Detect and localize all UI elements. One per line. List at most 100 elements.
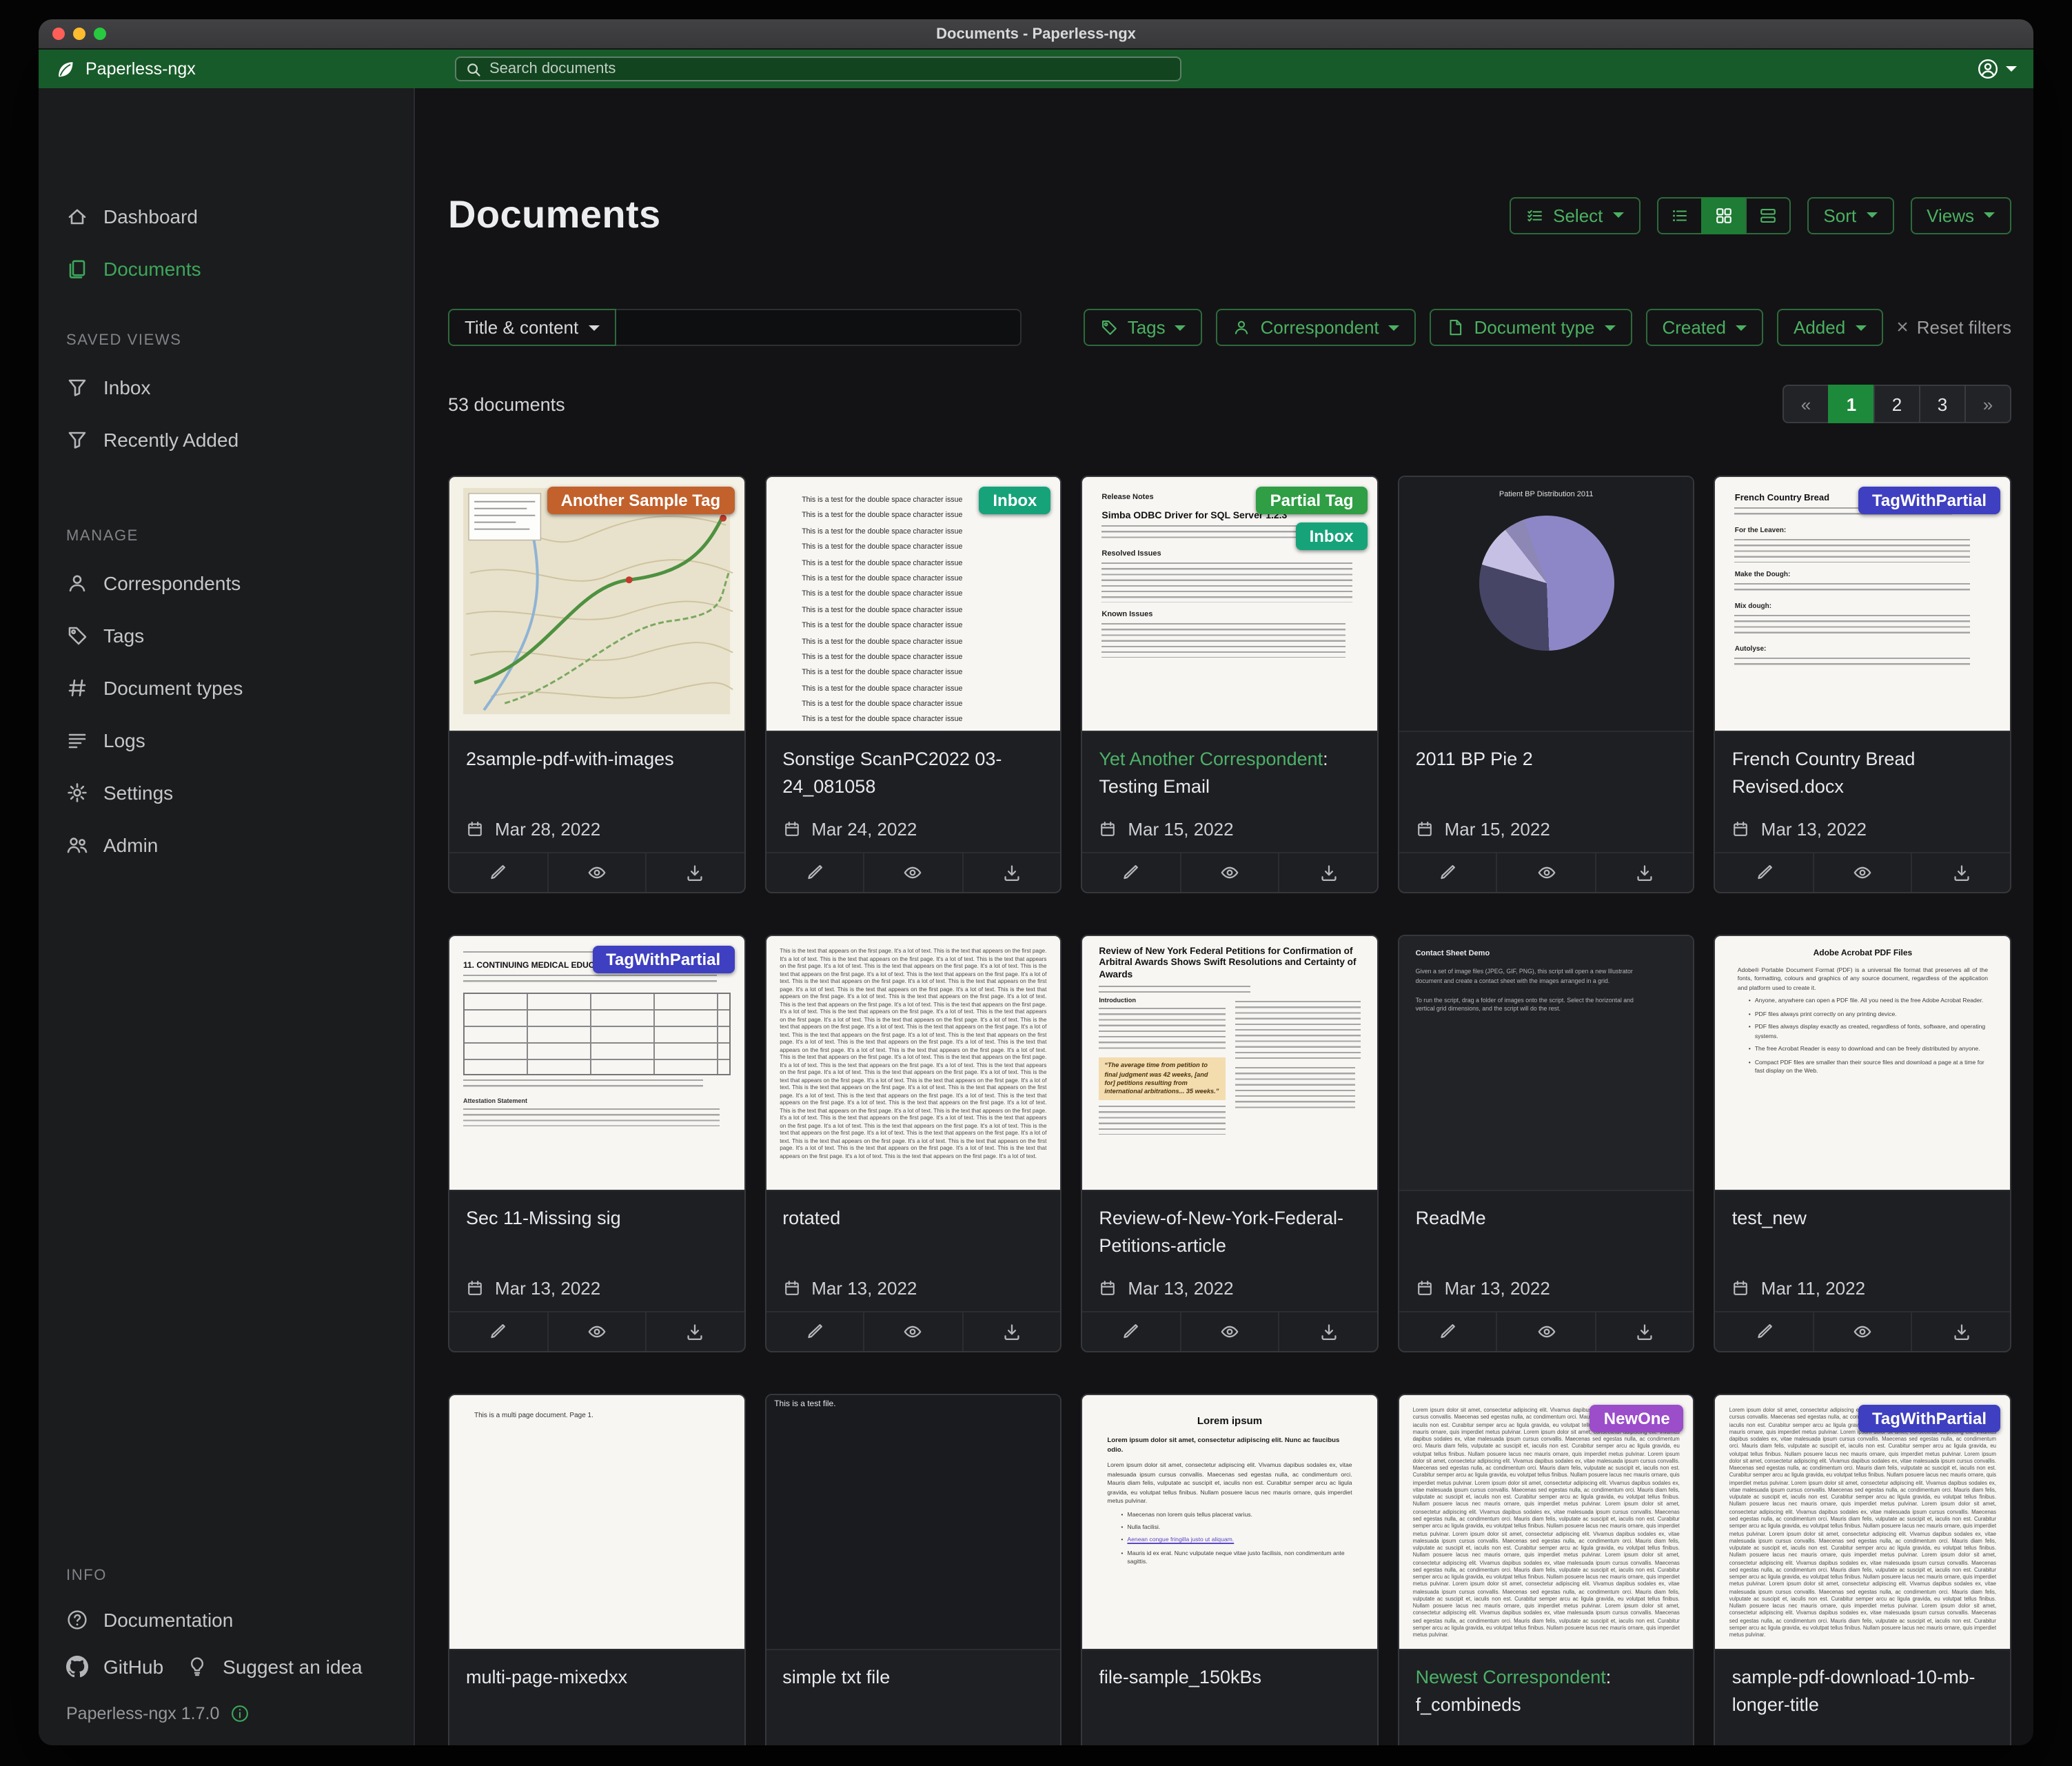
download-button[interactable] [1911, 1312, 2010, 1351]
document-thumbnail[interactable]: Lorem ipsum dolor sit amet, consectetur … [1399, 1395, 1694, 1650]
document-thumbnail[interactable]: French Country BreadFor the Leaven:Make … [1716, 477, 2010, 732]
sidebar-item-github[interactable]: GitHub [39, 1643, 174, 1690]
document-card[interactable]: 11. CONTINUING MEDICAL EDUCATION Attesta… [448, 935, 745, 1352]
filter-document-type-button[interactable]: Document type [1430, 309, 1632, 346]
filter-query-input[interactable] [616, 309, 1022, 346]
document-card[interactable]: Another Sample Tag 2sample-pdf-with-imag… [448, 476, 745, 893]
document-thumbnail[interactable]: Lorem ipsum Lorem ipsum dolor sit amet, … [1082, 1395, 1377, 1650]
info-circle-icon[interactable] [230, 1704, 250, 1723]
sidebar-item-documents[interactable]: Documents [39, 243, 414, 295]
document-card[interactable]: Lorem ipsum dolor sit amet, consectetur … [1398, 1394, 1695, 1745]
sidebar-item-document-types[interactable]: Document types [39, 662, 414, 714]
download-button[interactable] [645, 1312, 744, 1351]
search-input[interactable] [489, 61, 1170, 77]
download-button[interactable] [1595, 1312, 1694, 1351]
download-button[interactable] [645, 853, 744, 892]
select-button[interactable]: Select [1509, 196, 1640, 234]
tag-badge[interactable]: TagWithPartial [1858, 487, 2000, 514]
tag-badge[interactable]: TagWithPartial [1858, 1405, 2000, 1432]
document-card[interactable]: Contact Sheet Demo Given a set of image … [1398, 935, 1695, 1352]
edit-button[interactable] [1716, 853, 1813, 892]
tag-badge[interactable]: Inbox [979, 487, 1050, 514]
edit-button[interactable] [1399, 1312, 1496, 1351]
page-1-button[interactable]: 1 [1828, 385, 1875, 423]
filter-created-button[interactable]: Created [1646, 309, 1764, 346]
filter-added-button[interactable]: Added [1777, 309, 1882, 346]
document-thumbnail[interactable]: This is a test file. [766, 1395, 1060, 1650]
document-thumbnail[interactable]: Lorem ipsum dolor sit amet, consectetur … [1716, 1395, 2010, 1650]
tag-badge[interactable]: Another Sample Tag [547, 487, 735, 514]
document-thumbnail[interactable]: Patient BP Distribution 2011 [1399, 477, 1694, 732]
page-prev-button[interactable]: « [1782, 385, 1829, 423]
page-next-button[interactable]: » [1964, 385, 2011, 423]
preview-button[interactable] [1496, 1312, 1595, 1351]
edit-button[interactable] [449, 1312, 547, 1351]
preview-button[interactable] [1179, 1312, 1278, 1351]
document-card[interactable]: This is a multi page document. Page 1. m… [448, 1394, 745, 1745]
tag-badge[interactable]: Inbox [1296, 522, 1368, 550]
filter-tags-button[interactable]: Tags [1084, 309, 1203, 346]
download-button[interactable] [1911, 853, 2010, 892]
sidebar-item-tags[interactable]: Tags [39, 609, 414, 662]
sidebar-item-settings[interactable]: Settings [39, 767, 414, 819]
view-grid-button[interactable] [1700, 196, 1746, 234]
sidebar-item-inbox[interactable]: Inbox [39, 361, 414, 414]
download-button[interactable] [1279, 853, 1377, 892]
edit-button[interactable] [766, 853, 863, 892]
download-button[interactable] [1279, 1312, 1377, 1351]
preview-button[interactable] [1496, 853, 1595, 892]
download-button[interactable] [962, 1312, 1060, 1351]
document-thumbnail[interactable]: Another Sample Tag [449, 477, 744, 732]
views-button[interactable]: Views [1910, 196, 2011, 234]
preview-button[interactable] [1813, 1312, 1911, 1351]
document-card[interactable]: Patient BP Distribution 2011 2011 BP Pie… [1398, 476, 1695, 893]
document-thumbnail[interactable]: This is a test for the double space char… [766, 477, 1060, 732]
document-card[interactable]: Review of New York Federal Petitions for… [1081, 935, 1378, 1352]
title-content-dropdown[interactable]: Title & content [448, 309, 616, 346]
preview-button[interactable] [1179, 853, 1278, 892]
preview-button[interactable] [547, 853, 645, 892]
close-window-button[interactable] [52, 28, 65, 40]
document-card[interactable]: Adobe Acrobat PDF Files Adobe® Portable … [1714, 935, 2011, 1352]
tag-badge[interactable]: NewOne [1590, 1405, 1684, 1432]
document-card[interactable]: This is a test for the double space char… [764, 476, 1062, 893]
sidebar-item-logs[interactable]: Logs [39, 714, 414, 767]
document-card[interactable]: Lorem ipsum dolor sit amet, consectetur … [1714, 1394, 2011, 1745]
edit-button[interactable] [1082, 1312, 1179, 1351]
sidebar-item-dashboard[interactable]: Dashboard [39, 190, 414, 243]
sidebar-item-correspondents[interactable]: Correspondents [39, 557, 414, 609]
edit-button[interactable] [1399, 853, 1496, 892]
card-correspondent[interactable]: Newest Correspondent [1416, 1667, 1606, 1687]
document-thumbnail[interactable]: This is the text that appears on the fir… [766, 936, 1060, 1191]
preview-button[interactable] [1813, 853, 1911, 892]
document-card[interactable]: This is a test file. simple txt file [764, 1394, 1062, 1745]
filter-correspondent-button[interactable]: Correspondent [1217, 309, 1416, 346]
reset-filters-button[interactable]: × Reset filters [1896, 317, 2011, 338]
document-card[interactable]: Release Notes Simba ODBC Driver for SQL … [1081, 476, 1378, 893]
minimize-window-button[interactable] [73, 28, 85, 40]
edit-button[interactable] [1082, 853, 1179, 892]
edit-button[interactable] [766, 1312, 863, 1351]
edit-button[interactable] [449, 853, 547, 892]
zoom-window-button[interactable] [94, 28, 106, 40]
document-thumbnail[interactable]: Contact Sheet Demo Given a set of image … [1399, 936, 1694, 1191]
download-button[interactable] [1595, 853, 1694, 892]
preview-button[interactable] [863, 853, 962, 892]
view-list-button[interactable] [1656, 196, 1702, 234]
page-2-button[interactable]: 2 [1873, 385, 1920, 423]
document-thumbnail[interactable]: This is a multi page document. Page 1. [449, 1395, 744, 1650]
view-details-button[interactable] [1745, 196, 1790, 234]
document-thumbnail[interactable]: Adobe Acrobat PDF Files Adobe® Portable … [1716, 936, 2010, 1191]
page-3-button[interactable]: 3 [1919, 385, 1966, 423]
download-button[interactable] [962, 853, 1060, 892]
preview-button[interactable] [863, 1312, 962, 1351]
tag-badge[interactable]: TagWithPartial [592, 946, 734, 973]
global-search[interactable] [455, 57, 1181, 81]
user-menu[interactable] [1977, 58, 2017, 80]
sidebar-item-admin[interactable]: Admin [39, 819, 414, 871]
document-thumbnail[interactable]: Review of New York Federal Petitions for… [1082, 936, 1377, 1191]
document-thumbnail[interactable]: Release Notes Simba ODBC Driver for SQL … [1082, 477, 1377, 732]
edit-button[interactable] [1716, 1312, 1813, 1351]
preview-button[interactable] [547, 1312, 645, 1351]
tag-badge[interactable]: Partial Tag [1257, 487, 1368, 514]
